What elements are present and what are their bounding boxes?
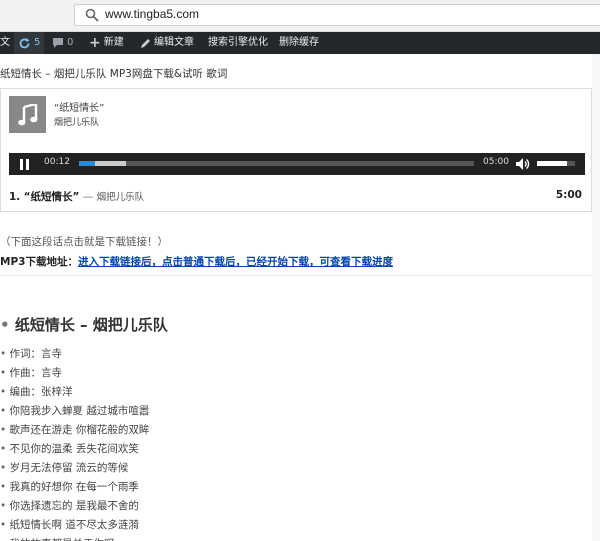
lyric-line: 作词：言寺	[0, 345, 592, 364]
admin-bar-seo[interactable]: 搜索引擎优化	[208, 32, 268, 54]
new-label: 新建	[103, 37, 124, 48]
address-bar[interactable]: www.tingba5.com	[74, 4, 600, 26]
lyric-line: 你选择遗忘的 是我最不舍的	[0, 497, 592, 516]
comment-icon	[53, 38, 63, 48]
volume-slider[interactable]	[537, 161, 575, 166]
updates-count: 5	[34, 37, 41, 48]
lyric-line: 编曲：张梓洋	[0, 383, 592, 402]
playlist-item-title: “纸短情长”	[23, 191, 80, 203]
playlist-item-number: 1.	[9, 191, 21, 203]
admin-bar-edit[interactable]: 编辑文章	[140, 32, 194, 54]
lyric-line: 不见你的温柔 丢失花间欢笑	[0, 440, 592, 459]
divider	[0, 275, 592, 276]
current-time: 00:12	[44, 157, 70, 167]
admin-bar-cache[interactable]: 删除缓存	[279, 32, 319, 54]
track-title: “纸短情长”	[54, 103, 105, 114]
edit-label: 编辑文章	[154, 37, 194, 48]
playlist-item[interactable]: 1. “纸短情长” — 烟把儿乐队 5:00	[9, 189, 585, 205]
comments-count: 0	[67, 37, 74, 48]
duration: 05:00	[483, 157, 509, 167]
lyric-line: 你陪我步入蝉夏 越过城市喧嚣	[0, 402, 592, 421]
download-line: MP3下载地址：进入下载链接后，点击普通下载后，已经开始下载，可查看下载进度	[0, 254, 393, 269]
lyric-line: 作曲：言寺	[0, 364, 592, 383]
playlist-item-separator: —	[79, 191, 97, 203]
admin-bar: 文 5 0 + 新建 编辑文章 搜索引擎优化 删除缓存	[0, 32, 600, 54]
track-artist: 烟把儿乐队	[54, 118, 100, 128]
progress-slider[interactable]	[79, 161, 474, 166]
page-title: 纸短情长 – 烟把儿乐队 MP3网盘下载&试听 歌词	[0, 68, 228, 80]
search-icon	[85, 8, 99, 22]
plus-icon: +	[89, 35, 101, 51]
lyric-line: 岁月无法停留 流云的等候	[0, 459, 592, 478]
lyric-line: 歌声还在游走 你榴花般的双眸	[0, 421, 592, 440]
music-note-icon	[18, 104, 38, 126]
download-hint: （下面这段话点击就是下载链接！）	[0, 236, 168, 248]
admin-bar-updates[interactable]: 5	[14, 32, 45, 54]
volume-level	[537, 161, 568, 166]
audio-player: “纸短情长” 烟把儿乐队 00:12 05:00 1. “纸短情长” — 烟把儿…	[0, 88, 592, 212]
pause-button[interactable]	[20, 159, 30, 170]
played-bar	[79, 161, 95, 166]
lyric-line: 纸短情长啊 道不尽太多涟漪	[0, 516, 592, 535]
download-label: MP3下载地址：	[0, 256, 78, 268]
playlist-item-artist: 烟把儿乐队	[96, 192, 145, 203]
address-url: www.tingba5.com	[105, 7, 200, 21]
lyrics-list: 作词：言寺作曲：言寺编曲：张梓洋你陪我步入蝉夏 越过城市喧嚣歌声还在游走 你榴花…	[0, 345, 592, 541]
lyric-line: 我的故事都是关于你呀	[0, 535, 592, 541]
lyric-line: 我真的好想你 在每一个雨季	[0, 478, 592, 497]
admin-bar-comments[interactable]: 0	[52, 32, 73, 54]
pause-icon	[20, 159, 23, 170]
song-heading-text: 纸短情长 – 烟把儿乐队	[14, 316, 168, 334]
download-link[interactable]: 进入下载链接后，点击普通下载后，已经开始下载，可查看下载进度	[78, 256, 393, 268]
player-controls: 00:12 05:00	[9, 153, 585, 175]
admin-bar-new[interactable]: + 新建	[89, 32, 124, 54]
browser-toolbar: www.tingba5.com	[0, 0, 600, 32]
volume-icon[interactable]	[516, 158, 530, 170]
album-cover	[9, 96, 46, 133]
playlist-item-length: 5:00	[555, 189, 582, 201]
refresh-icon	[19, 37, 30, 48]
song-heading: • 纸短情长 – 烟把儿乐队	[0, 316, 168, 334]
admin-bar-site-item[interactable]: 文	[0, 32, 10, 54]
pencil-icon	[141, 38, 150, 48]
page-edge	[592, 54, 600, 541]
